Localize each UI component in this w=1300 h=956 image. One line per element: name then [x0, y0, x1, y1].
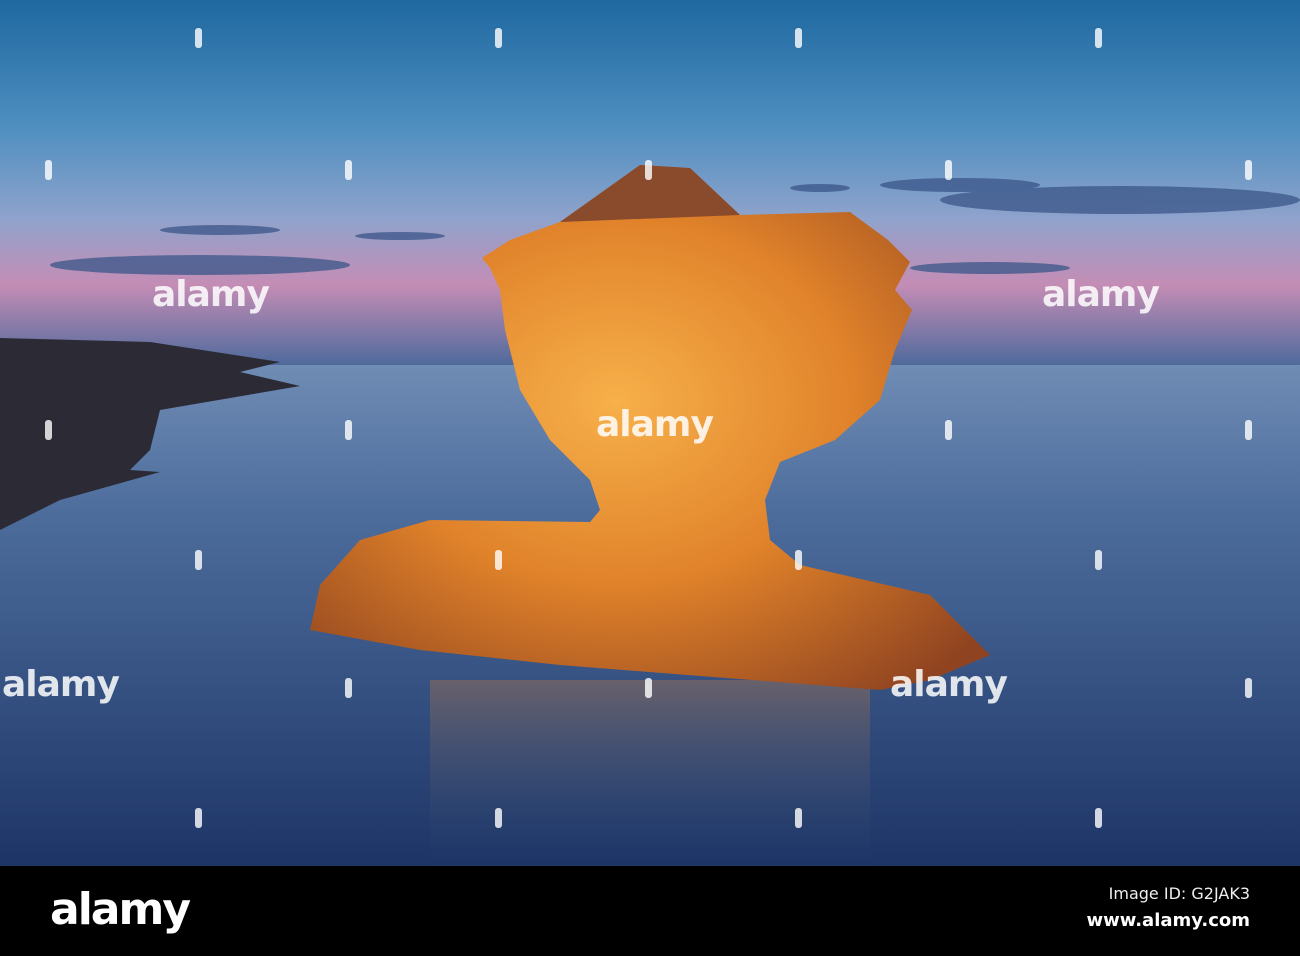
- image-id: Image ID: G2JAK3: [1108, 884, 1250, 903]
- watermark-dot: [795, 550, 802, 570]
- watermark-dot: [795, 808, 802, 828]
- watermark-dot: [945, 160, 952, 180]
- watermark-dot: [495, 808, 502, 828]
- watermark-dot: [645, 678, 652, 698]
- watermark-dot: [345, 678, 352, 698]
- footer-bar: alamy Image ID: G2JAK3 www.alamy.com: [0, 866, 1300, 956]
- watermark-dot: [1245, 420, 1252, 440]
- watermark-dot: [645, 160, 652, 180]
- watermark-dot: [195, 808, 202, 828]
- watermark-dot: [1095, 808, 1102, 828]
- watermark-text: alamy: [890, 664, 1008, 705]
- watermark-dot: [945, 420, 952, 440]
- watermark-dot: [195, 550, 202, 570]
- watermark-dot: [495, 28, 502, 48]
- watermark-text: alamy: [2, 664, 120, 705]
- alamy-logo: alamy: [50, 884, 191, 935]
- watermark-dot: [1095, 28, 1102, 48]
- watermark-dot: [345, 160, 352, 180]
- watermark-text: alamy: [1042, 274, 1160, 315]
- watermark-dot: [495, 550, 502, 570]
- watermark-dot: [45, 420, 52, 440]
- site-url: www.alamy.com: [1086, 910, 1250, 931]
- watermark-text: alamy: [152, 274, 270, 315]
- watermark-dot: [795, 28, 802, 48]
- watermark-dot: [195, 28, 202, 48]
- watermark-dot: [345, 420, 352, 440]
- watermark-dot: [1245, 160, 1252, 180]
- rock-reflection: [430, 680, 870, 866]
- photo-sea-stack-at-dusk: alamy alamy alamy alamy alamy: [0, 0, 1300, 866]
- watermark-dot: [1095, 550, 1102, 570]
- watermark-dot: [1245, 678, 1252, 698]
- watermark-dot: [45, 160, 52, 180]
- watermark-text: alamy: [596, 404, 714, 445]
